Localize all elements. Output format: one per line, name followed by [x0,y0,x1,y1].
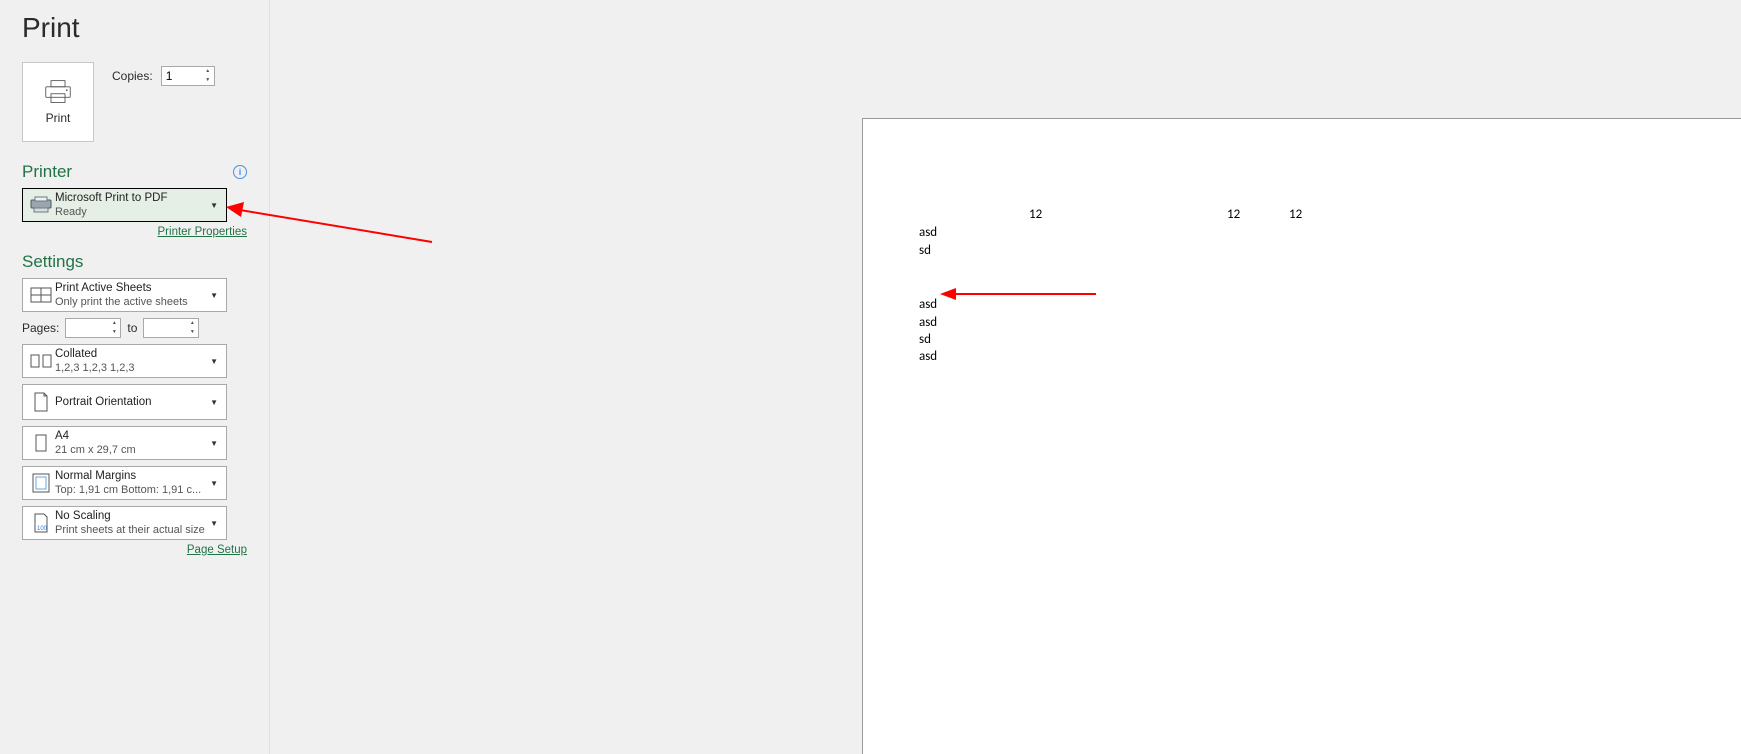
print-what-sub: Only print the active sheets [55,295,206,309]
print-settings-panel: Print Print Copies: ▲ ▼ Printer i [0,0,270,754]
margins-title: Normal Margins [55,469,206,483]
printer-properties-link[interactable]: Printer Properties [158,226,247,238]
printer-name: Microsoft Print to PDF [55,191,206,205]
margins-dropdown[interactable]: Normal Margins Top: 1,91 cm Bottom: 1,91… [22,466,227,500]
preview-cell: asd [919,315,937,330]
preview-cell: asd [919,349,937,364]
copies-up[interactable]: ▲ [202,67,214,76]
preview-cell: asd [919,297,937,312]
printer-status: Ready [55,205,206,219]
chevron-down-icon: ▼ [206,479,222,488]
copies-down[interactable]: ▼ [202,76,214,85]
margins-icon [27,473,55,493]
paper-title: A4 [55,429,206,443]
preview-cell: 12 [1289,207,1302,222]
pages-to-label: to [127,321,137,335]
chevron-down-icon: ▼ [206,357,222,366]
paper-dropdown[interactable]: A4 21 cm x 29,7 cm ▼ [22,426,227,460]
collate-sub: 1,2,3 1,2,3 1,2,3 [55,361,206,375]
grid-icon [27,287,55,303]
scaling-sub: Print sheets at their actual size [55,523,206,537]
scaling-dropdown[interactable]: 100 No Scaling Print sheets at their act… [22,506,227,540]
preview-cell: sd [919,243,931,258]
page-setup-link[interactable]: Page Setup [187,544,247,556]
copies-label: Copies: [112,69,153,83]
pages-to-down[interactable]: ▼ [186,328,198,337]
preview-cell: asd [919,225,937,240]
preview-cell: 12 [1227,207,1240,222]
settings-heading: Settings [22,252,247,272]
page-icon [27,433,55,453]
orientation-title: Portrait Orientation [55,395,206,409]
printer-device-icon [27,196,55,214]
printer-dropdown[interactable]: Microsoft Print to PDF Ready ▼ [22,188,227,222]
chevron-down-icon: ▼ [206,519,222,528]
collate-title: Collated [55,347,206,361]
preview-cell: sd [919,332,931,347]
orientation-dropdown[interactable]: Portrait Orientation ▼ [22,384,227,420]
svg-text:100: 100 [37,526,48,532]
pages-label: Pages: [22,321,59,335]
preview-cell: 12 [1029,207,1042,222]
pages-from-down[interactable]: ▼ [108,328,120,337]
print-button-label: Print [46,111,71,125]
printer-heading: Printer [22,162,72,182]
scaling-icon: 100 [27,513,55,533]
pages-to-up[interactable]: ▲ [186,319,198,328]
print-what-dropdown[interactable]: Print Active Sheets Only print the activ… [22,278,227,312]
printer-icon [44,79,72,105]
print-what-title: Print Active Sheets [55,281,206,295]
print-preview: 12 12 12 asd sd asd asd sd asd [862,118,1741,754]
paper-sub: 21 cm x 29,7 cm [55,443,206,457]
portrait-page-icon [27,392,55,412]
chevron-down-icon: ▼ [206,398,222,407]
printer-info-icon[interactable]: i [233,165,247,179]
margins-sub: Top: 1,91 cm Bottom: 1,91 c... [55,483,206,497]
print-button[interactable]: Print [22,62,94,142]
pages-from-up[interactable]: ▲ [108,319,120,328]
scaling-title: No Scaling [55,509,206,523]
collate-dropdown[interactable]: Collated 1,2,3 1,2,3 1,2,3 ▼ [22,344,227,378]
page-title: Print [22,0,247,62]
chevron-down-icon: ▼ [206,201,222,210]
chevron-down-icon: ▼ [206,291,222,300]
collate-icon [27,353,55,369]
chevron-down-icon: ▼ [206,439,222,448]
